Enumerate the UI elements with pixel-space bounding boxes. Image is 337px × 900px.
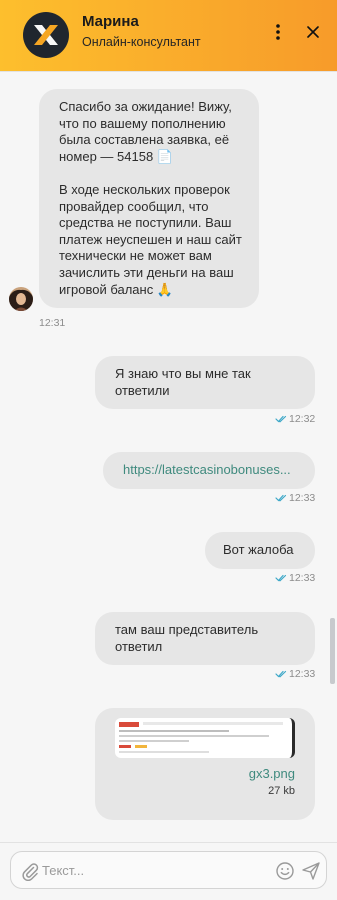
file-preview-image[interactable] bbox=[115, 718, 295, 758]
message-status: 12:33 bbox=[275, 668, 315, 680]
close-button[interactable] bbox=[301, 22, 325, 42]
agent-avatar bbox=[9, 287, 33, 311]
message-input[interactable] bbox=[42, 857, 267, 883]
emoji-button[interactable] bbox=[275, 861, 295, 881]
send-icon bbox=[302, 862, 320, 880]
scrollbar-thumb[interactable] bbox=[330, 618, 335, 684]
double-check-icon bbox=[275, 670, 287, 678]
x-logo-icon bbox=[23, 12, 69, 58]
file-name[interactable]: gx3.png bbox=[249, 766, 295, 781]
message-time: 12:32 bbox=[289, 413, 316, 425]
agent-name: Марина bbox=[82, 13, 139, 30]
message-input-box bbox=[10, 851, 327, 889]
file-size: 27 kb bbox=[268, 785, 295, 797]
message-list[interactable]: Спасибо за ожидание! Вижу, что по вашему… bbox=[0, 72, 337, 842]
message-time: 12:33 bbox=[289, 668, 316, 680]
more-options-button[interactable] bbox=[266, 22, 290, 42]
double-check-icon bbox=[275, 574, 287, 582]
agent-role: Онлайн-консультант bbox=[82, 35, 201, 49]
double-check-icon bbox=[275, 494, 287, 502]
paperclip-icon bbox=[22, 863, 39, 882]
send-button[interactable] bbox=[301, 861, 321, 881]
smiley-icon bbox=[276, 862, 294, 880]
message-link[interactable]: https://latestcasinobonuses... bbox=[123, 462, 291, 477]
incoming-message: Спасибо за ожидание! Вижу, что по вашему… bbox=[39, 89, 259, 309]
message-time: 12:33 bbox=[289, 572, 316, 584]
message-status: 12:33 bbox=[275, 572, 315, 584]
attach-button[interactable] bbox=[20, 861, 40, 882]
file-attachment[interactable]: gx3.png 27 kb bbox=[95, 708, 315, 820]
message-status: 12:32 bbox=[275, 413, 315, 425]
outgoing-message: Я знаю что вы мне так ответили bbox=[95, 356, 315, 410]
outgoing-message: там ваш представитель ответил bbox=[95, 612, 315, 666]
outgoing-message: Вот жалоба bbox=[205, 532, 315, 569]
message-time: 12:33 bbox=[289, 492, 316, 504]
close-icon bbox=[307, 26, 319, 38]
chat-header: Марина Онлайн-консультант bbox=[0, 0, 337, 72]
double-check-icon bbox=[275, 415, 287, 423]
composer bbox=[0, 842, 337, 900]
outgoing-message: https://latestcasinobonuses... bbox=[103, 452, 315, 489]
kebab-menu-icon bbox=[276, 24, 280, 40]
message-status: 12:33 bbox=[275, 492, 315, 504]
message-time: 12:31 bbox=[39, 317, 66, 329]
